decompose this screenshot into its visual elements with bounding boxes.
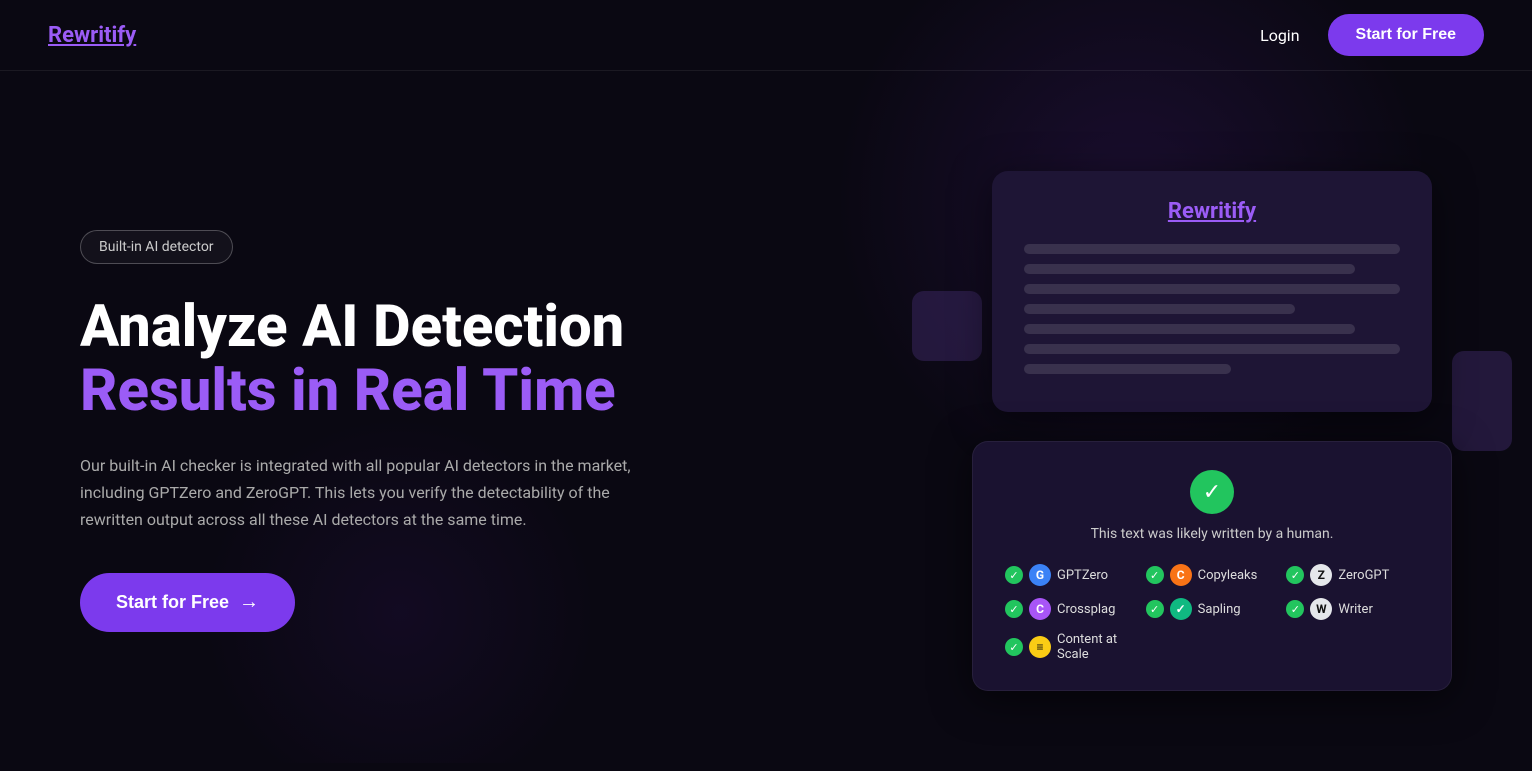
- detector-check-icon: ✓: [1286, 600, 1304, 618]
- deco-square-left: [912, 291, 982, 361]
- mockup-card-top: Rewritify: [992, 171, 1432, 412]
- detector-name: ZeroGPT: [1338, 568, 1389, 583]
- hero-title-line1: Analyze AI Detection: [80, 296, 640, 360]
- badge: Built-in AI detector: [80, 230, 233, 264]
- result-icon-wrap: ✓: [1005, 470, 1419, 514]
- hero-title-line2: Results in Real Time: [80, 360, 640, 424]
- detector-brand-icon: G: [1029, 564, 1051, 586]
- text-line-6: [1024, 344, 1400, 354]
- detector-item: ✓ ≡ Content at Scale: [1005, 632, 1138, 662]
- text-line-5: [1024, 324, 1355, 334]
- detector-item: ✓ G GPTZero: [1005, 564, 1138, 586]
- detector-check-icon: ✓: [1005, 566, 1023, 584]
- detector-brand-icon: W: [1310, 598, 1332, 620]
- detector-name: Content at Scale: [1057, 632, 1138, 662]
- text-line-4: [1024, 304, 1295, 314]
- card-top-title: Rewritify: [1024, 199, 1400, 224]
- detector-name: GPTZero: [1057, 568, 1108, 583]
- hero-cta-arrow: →: [239, 591, 259, 614]
- detector-brand-icon: C: [1170, 564, 1192, 586]
- hero-content-left: Built-in AI detector Analyze AI Detectio…: [80, 230, 640, 632]
- detector-name: Sapling: [1198, 602, 1241, 617]
- result-text: This text was likely written by a human.: [1005, 526, 1419, 542]
- deco-square-right: [1452, 351, 1512, 451]
- hero-mockup: Rewritify ✓ This text was likely written…: [972, 171, 1452, 691]
- nav-logo[interactable]: Rewritify: [48, 23, 136, 48]
- detector-check-icon: ✓: [1146, 566, 1164, 584]
- hero-section: Built-in AI detector Analyze AI Detectio…: [0, 71, 1532, 771]
- detector-check-icon: ✓: [1005, 638, 1023, 656]
- badge-label: Built-in AI detector: [99, 239, 214, 255]
- detector-check-icon: ✓: [1146, 600, 1164, 618]
- text-line-1: [1024, 244, 1400, 254]
- detector-item: ✓ Z ZeroGPT: [1286, 564, 1419, 586]
- text-line-3: [1024, 284, 1400, 294]
- hero-cta-button[interactable]: Start for Free →: [80, 573, 295, 632]
- detector-item: ✓ ✓ Sapling: [1146, 598, 1279, 620]
- detector-item: ✓ W Writer: [1286, 598, 1419, 620]
- detector-brand-icon: ≡: [1029, 636, 1051, 658]
- detector-item: ✓ C Crossplag: [1005, 598, 1138, 620]
- detector-grid: ✓ G GPTZero ✓ C Copyleaks ✓ Z ZeroGPT ✓ C Crossplag…: [1005, 564, 1419, 662]
- mockup-card-bottom: ✓ This text was likely written by a huma…: [972, 441, 1452, 691]
- nav-cta-button[interactable]: Start for Free: [1328, 14, 1484, 56]
- hero-cta-label: Start for Free: [116, 592, 229, 613]
- hero-description: Our built-in AI checker is integrated wi…: [80, 452, 640, 534]
- detector-brand-icon: ✓: [1170, 598, 1192, 620]
- detector-check-icon: ✓: [1286, 566, 1304, 584]
- nav-right: Login Start for Free: [1260, 14, 1484, 56]
- nav-login[interactable]: Login: [1260, 26, 1299, 45]
- navbar: Rewritify Login Start for Free: [0, 0, 1532, 71]
- result-check-icon: ✓: [1190, 470, 1234, 514]
- detector-brand-icon: Z: [1310, 564, 1332, 586]
- text-line-7: [1024, 364, 1231, 374]
- detector-name: Crossplag: [1057, 602, 1115, 617]
- text-line-2: [1024, 264, 1355, 274]
- detector-item: ✓ C Copyleaks: [1146, 564, 1279, 586]
- detector-name: Copyleaks: [1198, 568, 1258, 583]
- detector-brand-icon: C: [1029, 598, 1051, 620]
- detector-check-icon: ✓: [1005, 600, 1023, 618]
- detector-name: Writer: [1338, 602, 1373, 617]
